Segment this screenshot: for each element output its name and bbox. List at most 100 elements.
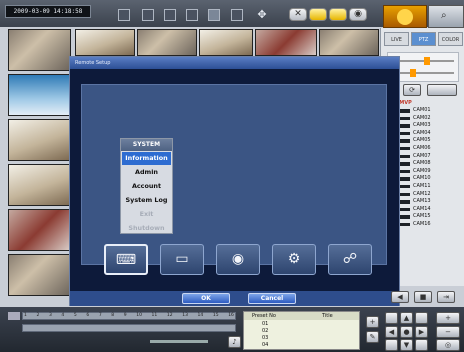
timeline-track-2[interactable]	[22, 324, 236, 332]
ptz-up-left-icon[interactable]	[385, 312, 398, 324]
zoom-out-icon[interactable]: −	[436, 326, 460, 338]
preset-row[interactable]: 03	[262, 335, 292, 342]
snapshot-icon[interactable]	[329, 8, 347, 21]
timeline-number: 12	[166, 313, 173, 318]
dialog-title: Remote Setup	[70, 57, 399, 69]
timeline-number: 13	[182, 313, 188, 318]
camera-icon: ◉	[231, 251, 245, 267]
system-menu: SYSTEM Information Admin Account System Log…	[120, 138, 173, 234]
menu-item-information[interactable]: Information	[122, 152, 171, 165]
network-icon: ☍	[342, 251, 358, 267]
camera-thumbnail[interactable]	[75, 29, 135, 56]
camera-thumbnail[interactable]	[319, 29, 379, 56]
camera-thumbnail[interactable]	[8, 254, 71, 296]
grid-layout-icon[interactable]	[231, 9, 243, 21]
category-button[interactable]: ⌨	[104, 244, 148, 275]
preset-row[interactable]: 02	[262, 328, 292, 335]
menu-item-shutdown: Shutdown	[128, 224, 165, 232]
timeline-number: 9	[123, 313, 127, 318]
exit-icon[interactable]: ⇥	[437, 291, 455, 303]
preset-no-header: Preset No	[252, 313, 276, 319]
grid-16-icon[interactable]	[186, 9, 198, 21]
refresh-button[interactable]: ⟳	[403, 84, 421, 96]
ptz-move-icon[interactable]: ✥	[256, 9, 268, 22]
timeline-number: 2	[36, 313, 40, 318]
remote-setup-dialog: Remote Setup SYSTEM Information Admin Acco…	[69, 56, 400, 306]
timeline-number: 6	[86, 313, 90, 318]
playback-control-icon[interactable]: ◀	[391, 291, 409, 303]
preset-row[interactable]: 04	[262, 342, 292, 349]
dialog-button-strip: OK Cancel	[70, 291, 399, 306]
timeline-number: 15	[212, 313, 219, 318]
menu-item-admin[interactable]: Admin	[122, 166, 171, 179]
camera-thumbnail[interactable]	[8, 209, 71, 251]
tab-color[interactable]: COLOR	[438, 32, 463, 46]
ptz-left-icon[interactable]: ◀	[385, 326, 398, 338]
stop-icon[interactable]: ■	[414, 291, 432, 303]
ptz-up-icon[interactable]: ▲	[400, 312, 413, 324]
sequence-icon[interactable]	[208, 9, 220, 21]
record-list-button[interactable]	[427, 84, 457, 96]
preset-row[interactable]: 01	[262, 321, 292, 328]
tab-ptz[interactable]: PTZ	[411, 32, 436, 46]
grid-9-icon[interactable]	[164, 9, 176, 21]
zoom-in-icon[interactable]: +	[436, 312, 460, 324]
audio-icon[interactable]: ♪	[228, 336, 241, 348]
search-icon: ⌕	[441, 10, 447, 21]
category-button[interactable]: ▭	[160, 244, 204, 275]
volume-slider[interactable]	[150, 340, 208, 343]
timeline-number: 8	[111, 313, 115, 318]
datetime-display: 2009-03-09 14:18:58	[5, 5, 91, 18]
timeline-number: 4	[61, 313, 65, 318]
logo-tab[interactable]	[383, 5, 427, 28]
camera-thumbnail[interactable]	[8, 119, 71, 161]
record-icon[interactable]	[309, 8, 327, 21]
ptz-up-right-icon[interactable]	[415, 312, 428, 324]
timeline-start-icon[interactable]	[8, 312, 20, 320]
timeline-number: 3	[48, 313, 52, 318]
ptz-center-icon[interactable]: ●	[400, 326, 413, 338]
preset-add-icon[interactable]: +	[366, 316, 379, 328]
menu-item-system-log[interactable]: System Log	[122, 194, 171, 207]
ptz-down-icon[interactable]: ▼	[400, 339, 413, 351]
timeline-number: 7	[98, 313, 102, 318]
camera-thumbnail[interactable]	[199, 29, 253, 56]
settings-icon[interactable]: ✕	[289, 8, 307, 21]
menu-item-account[interactable]: Account	[122, 180, 171, 193]
preset-header-row: Preset No Title	[244, 312, 359, 320]
camera-thumbnail[interactable]	[8, 29, 71, 71]
menu-item-exit: Exit	[139, 210, 154, 218]
cancel-button[interactable]: Cancel	[248, 293, 296, 304]
logo-icon	[397, 9, 413, 25]
record-settings-icon: ⚙	[287, 251, 301, 267]
menu-header: SYSTEM	[121, 139, 172, 151]
fullscreen-icon[interactable]	[118, 9, 130, 21]
tab-live[interactable]: LIVE	[384, 32, 409, 46]
category-button[interactable]: ☍	[328, 244, 372, 275]
category-button[interactable]: ◉	[216, 244, 260, 275]
ptz-right-icon[interactable]: ▶	[415, 326, 428, 338]
camera-thumbnail[interactable]	[8, 164, 71, 206]
camera-thumbnail[interactable]	[137, 29, 197, 56]
ptz-down-left-icon[interactable]	[385, 339, 398, 351]
camera-thumbnail[interactable]	[255, 29, 317, 56]
timeline-number: 16	[228, 313, 234, 318]
ptz-down-right-icon[interactable]	[415, 339, 428, 351]
camera-thumbnail[interactable]	[8, 74, 71, 116]
search-tab[interactable]: ⌕	[428, 5, 464, 28]
category-button[interactable]: ⚙	[272, 244, 316, 275]
grid-4-icon[interactable]	[142, 9, 154, 21]
preset-table: Preset No Title 01 02 03 04	[243, 311, 360, 350]
preset-title-header: Title	[322, 313, 333, 319]
display-icon: ▭	[175, 251, 189, 267]
dialog-body: SYSTEM Information Admin Account System Log…	[81, 84, 387, 275]
playback-icon[interactable]: ◉	[349, 8, 367, 21]
timeline-number: 11	[151, 313, 158, 318]
timeline-number: 14	[197, 313, 204, 318]
preset-edit-icon[interactable]: ✎	[366, 331, 379, 343]
ok-button[interactable]: OK	[182, 293, 230, 304]
focus-icon[interactable]: ◎	[436, 339, 460, 351]
system-icon: ⌨	[115, 252, 137, 268]
timeline-number: 5	[73, 313, 77, 318]
top-toolbar: 2009-03-09 14:18:58 ✥ ✕ ◉ ⌕	[0, 0, 464, 28]
